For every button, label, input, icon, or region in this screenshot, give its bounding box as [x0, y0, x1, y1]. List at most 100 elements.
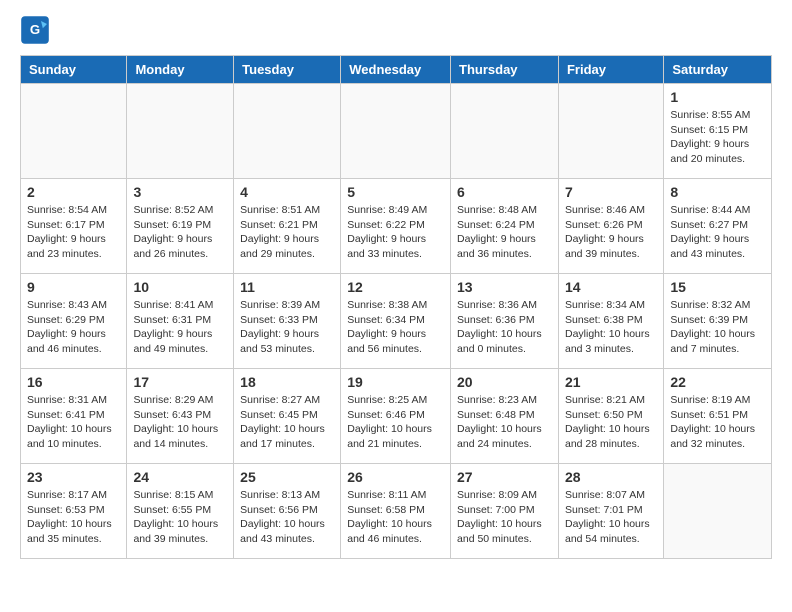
- day-cell: 25 Sunrise: 8:13 AM Sunset: 6:56 PM Dayli…: [234, 464, 341, 559]
- day-number: 28: [565, 469, 657, 485]
- day-cell: 6 Sunrise: 8:48 AM Sunset: 6:24 PM Daylig…: [451, 179, 559, 274]
- day-info: Sunrise: 8:31 AM Sunset: 6:41 PM Dayligh…: [27, 393, 120, 452]
- day-number: 1: [670, 89, 765, 105]
- day-info: Sunrise: 8:41 AM Sunset: 6:31 PM Dayligh…: [133, 298, 227, 357]
- day-cell: [127, 84, 234, 179]
- day-info: Sunrise: 8:36 AM Sunset: 6:36 PM Dayligh…: [457, 298, 552, 357]
- day-number: 17: [133, 374, 227, 390]
- day-cell: 11Sunrise: 8:39 AM Sunset: 6:33 PM Dayli…: [234, 274, 341, 369]
- day-info: Sunrise: 8:13 AM Sunset: 6:56 PM Dayligh…: [240, 488, 334, 547]
- logo-icon: G: [20, 15, 50, 45]
- day-number: 15: [670, 279, 765, 295]
- day-cell: [21, 84, 127, 179]
- day-cell: 22 Sunrise: 8:19 AM Sunset: 6:51 PM Dayli…: [664, 369, 772, 464]
- day-number: 6: [457, 184, 552, 200]
- day-cell: 12Sunrise: 8:38 AM Sunset: 6:34 PM Dayli…: [341, 274, 451, 369]
- day-cell: [341, 84, 451, 179]
- day-number: 20: [457, 374, 552, 390]
- day-info: Sunrise: 8:55 AM Sunset: 6:15 PM Dayligh…: [670, 108, 765, 167]
- day-number: 24: [133, 469, 227, 485]
- day-info: Sunrise: 8:32 AM Sunset: 6:39 PM Dayligh…: [670, 298, 765, 357]
- day-cell: 19 Sunrise: 8:25 AM Sunset: 6:46 PM Dayli…: [341, 369, 451, 464]
- day-info: Sunrise: 8:25 AM Sunset: 6:46 PM Dayligh…: [347, 393, 444, 452]
- day-info: Sunrise: 8:21 AM Sunset: 6:50 PM Dayligh…: [565, 393, 657, 452]
- day-number: 7: [565, 184, 657, 200]
- day-cell: 4 Sunrise: 8:51 AM Sunset: 6:21 PM Daylig…: [234, 179, 341, 274]
- day-cell: 15 Sunrise: 8:32 AM Sunset: 6:39 PM Dayli…: [664, 274, 772, 369]
- day-info: Sunrise: 8:43 AM Sunset: 6:29 PM Dayligh…: [27, 298, 120, 357]
- day-number: 16: [27, 374, 120, 390]
- week-row-4: 16 Sunrise: 8:31 AM Sunset: 6:41 PM Dayli…: [21, 369, 772, 464]
- weekday-friday: Friday: [558, 56, 663, 84]
- day-number: 14: [565, 279, 657, 295]
- header: G: [20, 15, 772, 45]
- page: G SundayMondayTuesdayWednesdayThursdayFr…: [0, 0, 792, 574]
- day-number: 4: [240, 184, 334, 200]
- day-info: Sunrise: 8:15 AM Sunset: 6:55 PM Dayligh…: [133, 488, 227, 547]
- day-info: Sunrise: 8:54 AM Sunset: 6:17 PM Dayligh…: [27, 203, 120, 262]
- day-cell: 14 Sunrise: 8:34 AM Sunset: 6:38 PM Dayli…: [558, 274, 663, 369]
- calendar: SundayMondayTuesdayWednesdayThursdayFrid…: [20, 55, 772, 559]
- day-number: 18: [240, 374, 334, 390]
- day-info: Sunrise: 8:51 AM Sunset: 6:21 PM Dayligh…: [240, 203, 334, 262]
- day-cell: 26 Sunrise: 8:11 AM Sunset: 6:58 PM Dayli…: [341, 464, 451, 559]
- weekday-monday: Monday: [127, 56, 234, 84]
- day-info: Sunrise: 8:46 AM Sunset: 6:26 PM Dayligh…: [565, 203, 657, 262]
- weekday-header-row: SundayMondayTuesdayWednesdayThursdayFrid…: [21, 56, 772, 84]
- day-cell: [234, 84, 341, 179]
- day-info: Sunrise: 8:29 AM Sunset: 6:43 PM Dayligh…: [133, 393, 227, 452]
- day-cell: 2 Sunrise: 8:54 AM Sunset: 6:17 PM Daylig…: [21, 179, 127, 274]
- day-number: 13: [457, 279, 552, 295]
- day-number: 23: [27, 469, 120, 485]
- day-number: 8: [670, 184, 765, 200]
- day-cell: [558, 84, 663, 179]
- day-cell: 20 Sunrise: 8:23 AM Sunset: 6:48 PM Dayli…: [451, 369, 559, 464]
- day-cell: 9 Sunrise: 8:43 AM Sunset: 6:29 PM Daylig…: [21, 274, 127, 369]
- day-number: 27: [457, 469, 552, 485]
- day-number: 10: [133, 279, 227, 295]
- day-number: 26: [347, 469, 444, 485]
- day-cell: 24 Sunrise: 8:15 AM Sunset: 6:55 PM Dayli…: [127, 464, 234, 559]
- day-number: 25: [240, 469, 334, 485]
- day-info: Sunrise: 8:27 AM Sunset: 6:45 PM Dayligh…: [240, 393, 334, 452]
- day-info: Sunrise: 8:44 AM Sunset: 6:27 PM Dayligh…: [670, 203, 765, 262]
- day-cell: 13 Sunrise: 8:36 AM Sunset: 6:36 PM Dayli…: [451, 274, 559, 369]
- day-info: Sunrise: 8:39 AM Sunset: 6:33 PM Dayligh…: [240, 298, 334, 357]
- day-cell: 23 Sunrise: 8:17 AM Sunset: 6:53 PM Dayli…: [21, 464, 127, 559]
- day-cell: 10 Sunrise: 8:41 AM Sunset: 6:31 PM Dayli…: [127, 274, 234, 369]
- day-info: Sunrise: 8:23 AM Sunset: 6:48 PM Dayligh…: [457, 393, 552, 452]
- day-cell: [664, 464, 772, 559]
- day-info: Sunrise: 8:11 AM Sunset: 6:58 PM Dayligh…: [347, 488, 444, 547]
- day-cell: 17 Sunrise: 8:29 AM Sunset: 6:43 PM Dayli…: [127, 369, 234, 464]
- logo: G: [20, 15, 54, 45]
- day-info: Sunrise: 8:38 AM Sunset: 6:34 PM Dayligh…: [347, 298, 444, 357]
- day-number: 22: [670, 374, 765, 390]
- weekday-tuesday: Tuesday: [234, 56, 341, 84]
- day-cell: 21 Sunrise: 8:21 AM Sunset: 6:50 PM Dayli…: [558, 369, 663, 464]
- weekday-saturday: Saturday: [664, 56, 772, 84]
- day-cell: [451, 84, 559, 179]
- day-number: 5: [347, 184, 444, 200]
- day-number: 3: [133, 184, 227, 200]
- day-number: 19: [347, 374, 444, 390]
- week-row-3: 9 Sunrise: 8:43 AM Sunset: 6:29 PM Daylig…: [21, 274, 772, 369]
- svg-text:G: G: [30, 22, 40, 37]
- week-row-1: 1 Sunrise: 8:55 AM Sunset: 6:15 PM Daylig…: [21, 84, 772, 179]
- day-cell: 3Sunrise: 8:52 AM Sunset: 6:19 PM Daylig…: [127, 179, 234, 274]
- day-info: Sunrise: 8:49 AM Sunset: 6:22 PM Dayligh…: [347, 203, 444, 262]
- day-cell: 18 Sunrise: 8:27 AM Sunset: 6:45 PM Dayli…: [234, 369, 341, 464]
- weekday-sunday: Sunday: [21, 56, 127, 84]
- day-info: Sunrise: 8:48 AM Sunset: 6:24 PM Dayligh…: [457, 203, 552, 262]
- day-cell: 1 Sunrise: 8:55 AM Sunset: 6:15 PM Daylig…: [664, 84, 772, 179]
- day-number: 21: [565, 374, 657, 390]
- day-info: Sunrise: 8:19 AM Sunset: 6:51 PM Dayligh…: [670, 393, 765, 452]
- day-number: 2: [27, 184, 120, 200]
- weekday-wednesday: Wednesday: [341, 56, 451, 84]
- day-info: Sunrise: 8:09 AM Sunset: 7:00 PM Dayligh…: [457, 488, 552, 547]
- day-info: Sunrise: 8:07 AM Sunset: 7:01 PM Dayligh…: [565, 488, 657, 547]
- day-cell: 5 Sunrise: 8:49 AM Sunset: 6:22 PM Daylig…: [341, 179, 451, 274]
- week-row-2: 2 Sunrise: 8:54 AM Sunset: 6:17 PM Daylig…: [21, 179, 772, 274]
- day-info: Sunrise: 8:34 AM Sunset: 6:38 PM Dayligh…: [565, 298, 657, 357]
- day-number: 9: [27, 279, 120, 295]
- day-info: Sunrise: 8:17 AM Sunset: 6:53 PM Dayligh…: [27, 488, 120, 547]
